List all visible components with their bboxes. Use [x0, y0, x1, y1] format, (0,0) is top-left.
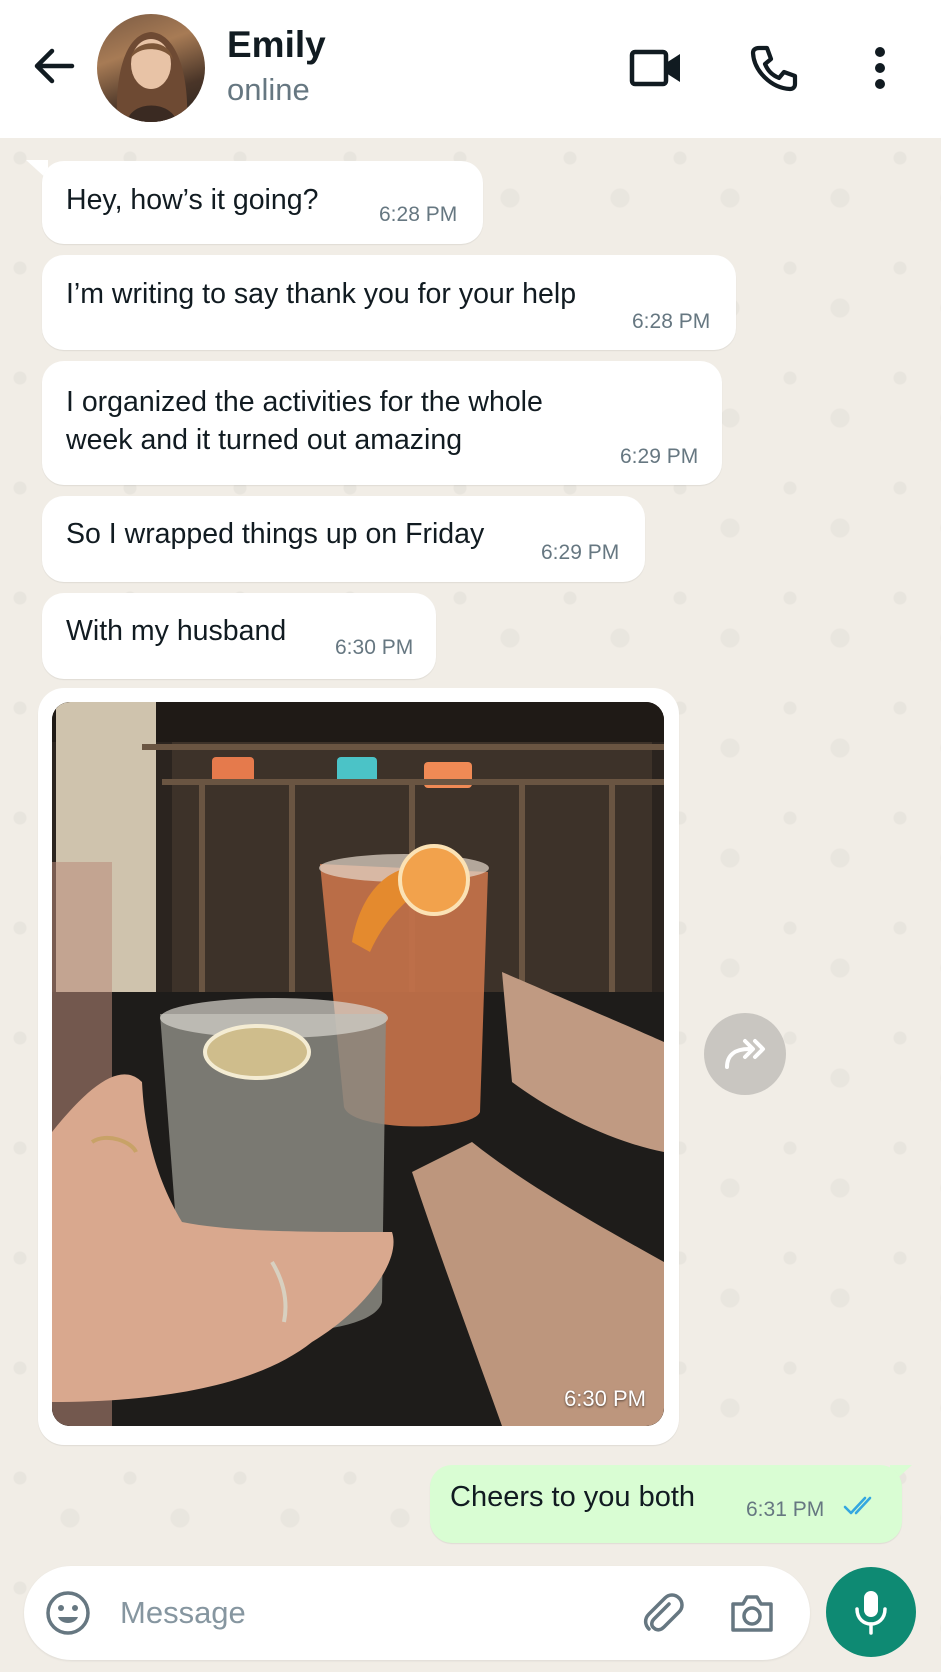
- avatar[interactable]: [97, 14, 205, 122]
- photo-time: 6:30 PM: [564, 1386, 646, 1411]
- video-call-icon[interactable]: [626, 38, 686, 98]
- message-input[interactable]: [120, 1590, 600, 1636]
- message-composer: [24, 1566, 810, 1660]
- message-bubble-outgoing[interactable]: Cheers to you both 6:31 PM: [430, 1465, 902, 1543]
- camera-icon[interactable]: [724, 1585, 780, 1641]
- message-time: 6:29 PM: [541, 541, 620, 564]
- message-time: 6:31 PM: [746, 1498, 825, 1521]
- back-arrow-icon[interactable]: [30, 42, 78, 90]
- message-time: 6:30 PM: [335, 636, 414, 659]
- more-vertical-icon[interactable]: [850, 38, 910, 98]
- attach-icon[interactable]: [634, 1585, 690, 1641]
- emoji-icon[interactable]: [40, 1585, 96, 1641]
- message-time: 6:28 PM: [379, 203, 458, 226]
- photo-message-bubble[interactable]: 6:30 PM: [38, 688, 679, 1445]
- message-text: Hey, how’s it going?: [66, 184, 319, 216]
- contact-name[interactable]: Emily: [227, 24, 326, 66]
- message-text-line2: week and it turned out amazing: [66, 424, 463, 456]
- read-receipt-icon: [843, 1495, 877, 1522]
- phone-icon[interactable]: [744, 38, 804, 98]
- message-time: 6:29 PM: [620, 445, 699, 468]
- contact-status: online: [227, 72, 310, 107]
- message-bubble-incoming[interactable]: With my husband 6:30 PM: [42, 593, 436, 679]
- message-bubble-incoming[interactable]: So I wrapped things up on Friday 6:29 PM: [42, 496, 645, 582]
- message-time: 6:28 PM: [632, 310, 711, 333]
- message-text: Cheers to you both: [450, 1481, 696, 1513]
- message-text: So I wrapped things up on Friday: [66, 518, 485, 550]
- message-text: With my husband: [66, 615, 287, 647]
- chat-header: Emily online: [0, 0, 941, 138]
- message-text-line1: I organized the activities for the whole: [66, 386, 543, 418]
- forward-icon[interactable]: [704, 1013, 786, 1095]
- photo-image[interactable]: 6:30 PM: [52, 702, 664, 1426]
- mic-icon[interactable]: [826, 1567, 916, 1657]
- message-bubble-incoming[interactable]: Hey, how’s it going? 6:28 PM: [42, 161, 483, 244]
- message-bubble-incoming[interactable]: I organized the activities for the whole…: [42, 361, 722, 485]
- message-text: I’m writing to say thank you for your he…: [66, 278, 577, 310]
- message-bubble-incoming[interactable]: I’m writing to say thank you for your he…: [42, 255, 736, 350]
